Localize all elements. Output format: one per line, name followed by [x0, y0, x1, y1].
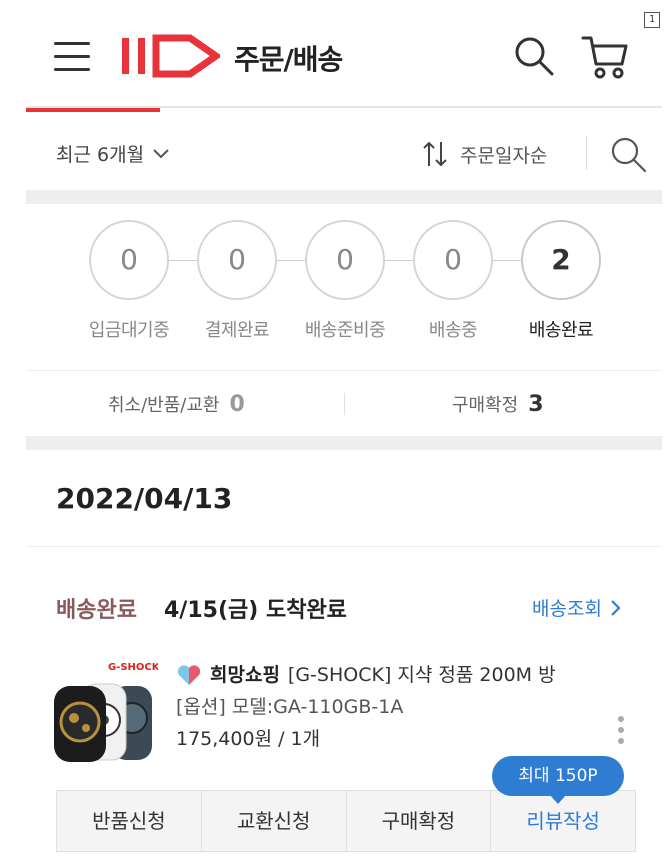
- seller-name: 희망쇼핑: [210, 664, 280, 686]
- cancel-count: 0: [229, 392, 245, 417]
- cart-icon[interactable]: [580, 32, 630, 80]
- section-separator: [26, 190, 662, 204]
- order-actions: 반품신청 교환신청 구매확정 리뷰작성: [56, 790, 636, 852]
- step-awaiting-payment[interactable]: 0 입금대기중: [74, 220, 184, 342]
- confirm-label: 구매확정: [452, 395, 519, 416]
- step-label: 배송중: [428, 320, 478, 341]
- purchase-confirmed-link[interactable]: 구매확정 3: [452, 391, 544, 417]
- step-count: 0: [305, 220, 385, 300]
- step-count: 0: [197, 220, 277, 300]
- sort-label: 주문일자순: [460, 144, 548, 167]
- chevron-right-icon: [611, 599, 621, 616]
- order-summary-row: 취소/반품/교환 0 구매확정 3: [26, 370, 662, 436]
- search-icon[interactable]: [512, 34, 556, 78]
- step-label: 결제완료: [204, 320, 270, 341]
- step-preparing-shipment[interactable]: 0 배송준비중: [290, 220, 400, 342]
- product-title[interactable]: 희망쇼핑 [G-SHOCK] 지샥 정품 200M 방: [210, 660, 610, 687]
- section-separator: [26, 436, 662, 450]
- track-delivery-link[interactable]: 배송조회: [532, 594, 622, 621]
- period-label: 최근 6개월: [56, 144, 145, 166]
- order-date: 2022/04/13: [56, 482, 233, 515]
- confirm-purchase-button[interactable]: 구매확정: [347, 791, 492, 851]
- sort-button[interactable]: 주문일자순: [422, 140, 547, 168]
- summary-divider: [344, 393, 345, 415]
- order-status-steps: 0 입금대기중 0 결제완료 0 배송준비중 0 배송중 2 배송완료: [26, 208, 662, 368]
- product-price: 175,400원 / 1개: [176, 728, 321, 750]
- cancel-label: 취소/반품/교환: [108, 395, 220, 416]
- step-label: 입금대기중: [88, 320, 170, 341]
- return-request-button[interactable]: 반품신청: [57, 791, 202, 851]
- order-search-icon[interactable]: [608, 134, 648, 174]
- confirm-count: 3: [528, 392, 544, 417]
- track-label: 배송조회: [532, 598, 602, 620]
- step-payment-complete[interactable]: 0 결제완료: [182, 220, 292, 342]
- step-count: 0: [89, 220, 169, 300]
- filter-bar: 최근 6개월 주문일자순: [26, 112, 662, 192]
- product-name: [G-SHOCK] 지샥 정품 200M 방: [287, 664, 556, 686]
- page-title: 주문/배송: [234, 43, 343, 76]
- menu-icon[interactable]: [54, 40, 92, 72]
- app-header: 주문/배송: [0, 0, 670, 110]
- product-option: [옵션] 모델:GA-110GB-1A: [176, 696, 404, 718]
- step-count: 0: [413, 220, 493, 300]
- review-points-tooltip: 최대 150P: [492, 756, 624, 804]
- brand-badge: G-SHOCK: [108, 662, 158, 673]
- delivery-status: 배송완료: [56, 598, 137, 623]
- chevron-down-icon: [153, 148, 169, 158]
- exchange-request-button[interactable]: 교환신청: [202, 791, 347, 851]
- order-divider: [26, 546, 662, 547]
- more-options-icon[interactable]: [612, 716, 630, 752]
- arrival-info: 4/15(금) 도착완료: [164, 598, 347, 623]
- period-dropdown[interactable]: 최근 6개월: [56, 140, 170, 167]
- sort-arrows-icon: [423, 141, 447, 167]
- seller-heart-icon: [177, 665, 201, 685]
- product-thumbnail[interactable]: G-SHOCK: [52, 656, 158, 766]
- step-label: 배송완료: [528, 320, 594, 341]
- filter-divider: [586, 136, 587, 170]
- cancel-return-exchange-link[interactable]: 취소/반품/교환 0: [108, 391, 245, 417]
- brand-logo[interactable]: [120, 32, 220, 78]
- step-shipping[interactable]: 0 배송중: [398, 220, 508, 342]
- step-count: 2: [521, 220, 601, 300]
- step-delivered[interactable]: 2 배송완료: [506, 220, 616, 342]
- step-label: 배송준비중: [304, 320, 386, 341]
